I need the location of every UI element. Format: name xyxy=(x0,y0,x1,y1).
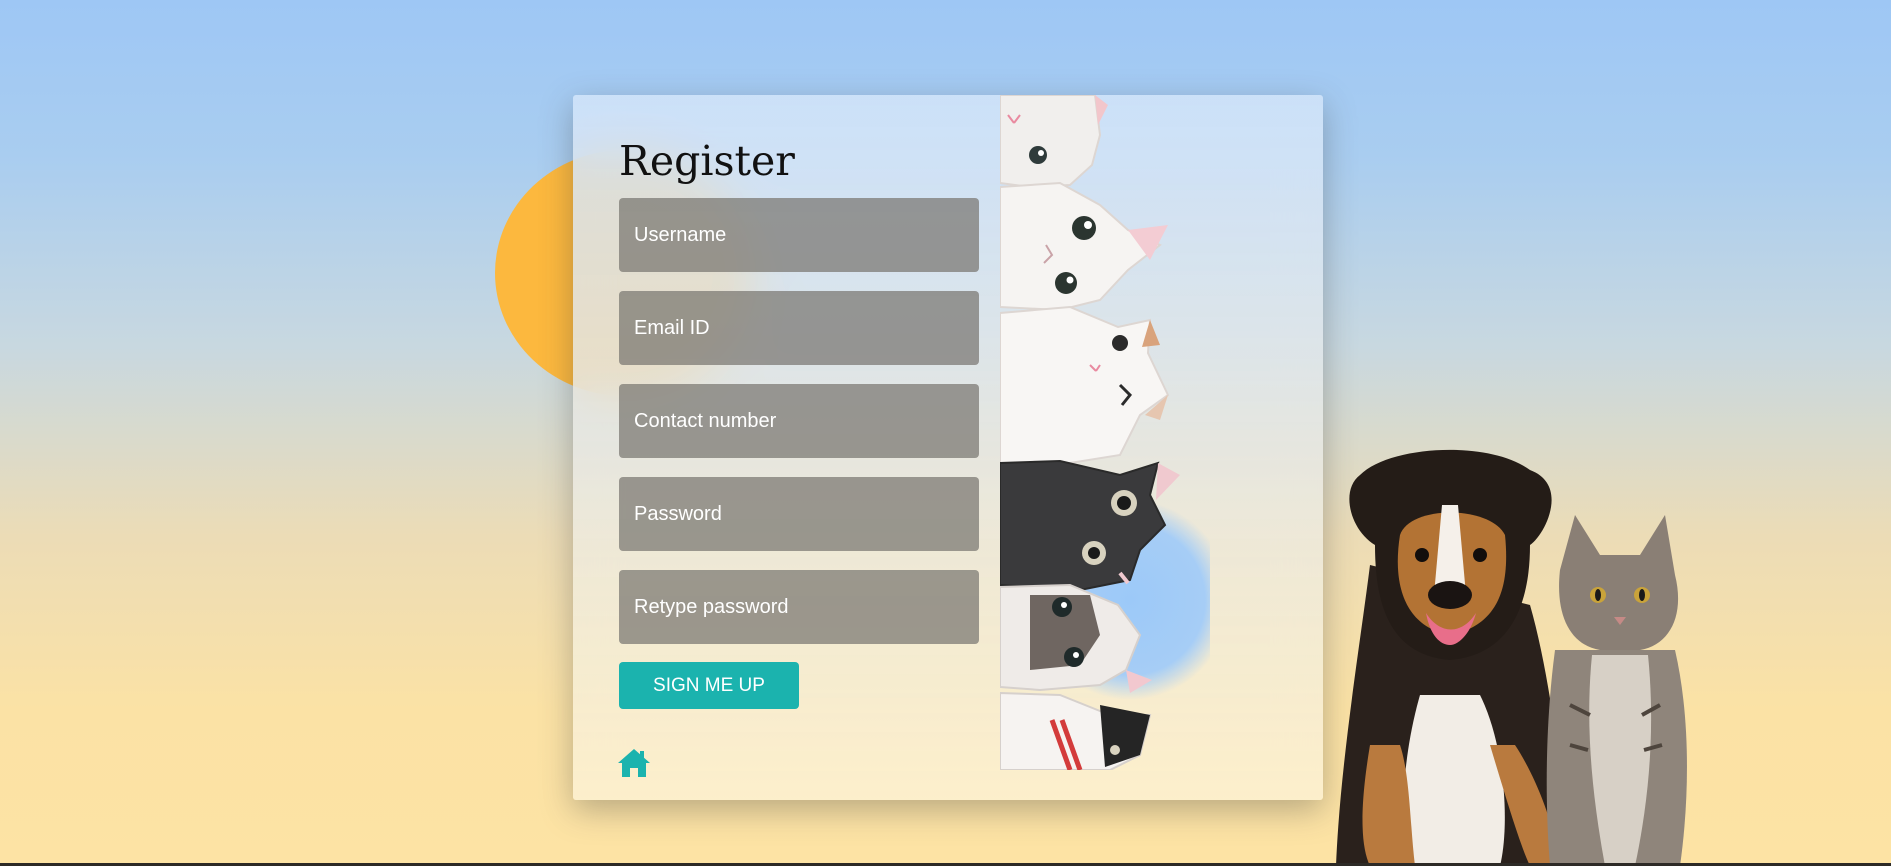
page-title: Register xyxy=(619,137,795,185)
cats-illustration xyxy=(1000,95,1210,770)
retype-password-field[interactable] xyxy=(619,570,979,644)
sign-me-up-button[interactable]: SIGN ME UP xyxy=(619,662,799,709)
dog-and-cat-photo xyxy=(1330,445,1740,866)
register-form: Register SIGN ME UP xyxy=(619,135,979,709)
page-background: Register SIGN ME UP xyxy=(0,0,1891,866)
email-field[interactable] xyxy=(619,291,979,365)
username-field[interactable] xyxy=(619,198,979,272)
register-card: Register SIGN ME UP xyxy=(573,95,1323,800)
home-icon xyxy=(618,749,650,777)
home-link[interactable] xyxy=(617,747,651,779)
password-field[interactable] xyxy=(619,477,979,551)
contact-number-field[interactable] xyxy=(619,384,979,458)
